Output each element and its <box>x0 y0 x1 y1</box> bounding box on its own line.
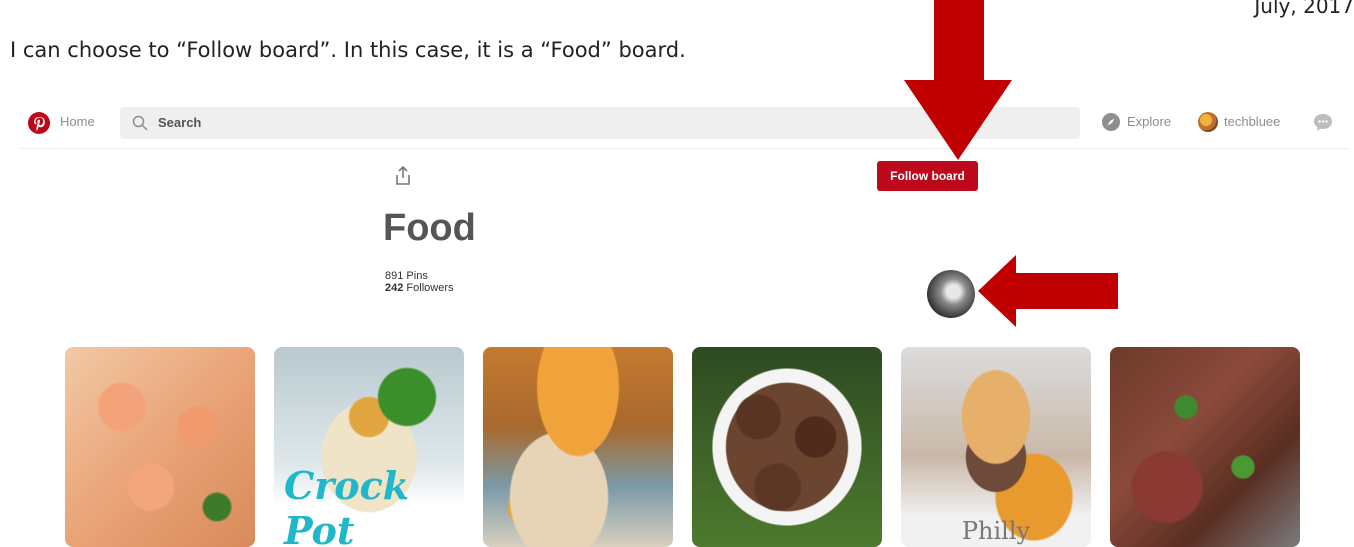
search-placeholder: Search <box>158 115 202 130</box>
pin-overlay-text: Crock Pot <box>284 463 410 547</box>
pin-overlay-text: Philly <box>961 517 1031 545</box>
board-title: Food <box>383 207 476 249</box>
pin-image[interactable] <box>65 347 255 547</box>
down-arrow-annotation <box>904 0 1012 160</box>
pin-image[interactable] <box>1110 347 1300 547</box>
chat-icon[interactable] <box>1313 112 1333 132</box>
share-icon[interactable] <box>393 165 413 187</box>
document-date: July, 2017 <box>1254 0 1354 18</box>
home-link[interactable]: Home <box>60 114 95 129</box>
board-stats: 891 Pins 242 Followers <box>385 270 454 294</box>
followers-count[interactable]: 242 Followers <box>385 282 454 294</box>
pin-image[interactable] <box>692 347 882 547</box>
board-owner-avatar[interactable] <box>927 270 975 318</box>
left-arrow-annotation <box>978 255 1118 327</box>
profile-link[interactable]: techbluee <box>1224 114 1280 129</box>
pins-count[interactable]: 891 Pins <box>385 270 454 282</box>
user-avatar[interactable] <box>1198 112 1218 132</box>
search-icon <box>132 115 148 131</box>
compass-icon[interactable] <box>1102 113 1120 131</box>
pinterest-logo-icon[interactable] <box>28 112 50 134</box>
pin-image[interactable] <box>483 347 673 547</box>
follow-board-button[interactable]: Follow board <box>877 161 978 191</box>
pin-image[interactable]: Philly <box>901 347 1091 547</box>
pin-image[interactable]: Crock Pot <box>274 347 464 547</box>
document-caption: I can choose to “Follow board”. In this … <box>10 38 686 62</box>
explore-link[interactable]: Explore <box>1127 114 1171 129</box>
top-navigation-bar: Home Search Explore techbluee <box>20 104 1350 149</box>
